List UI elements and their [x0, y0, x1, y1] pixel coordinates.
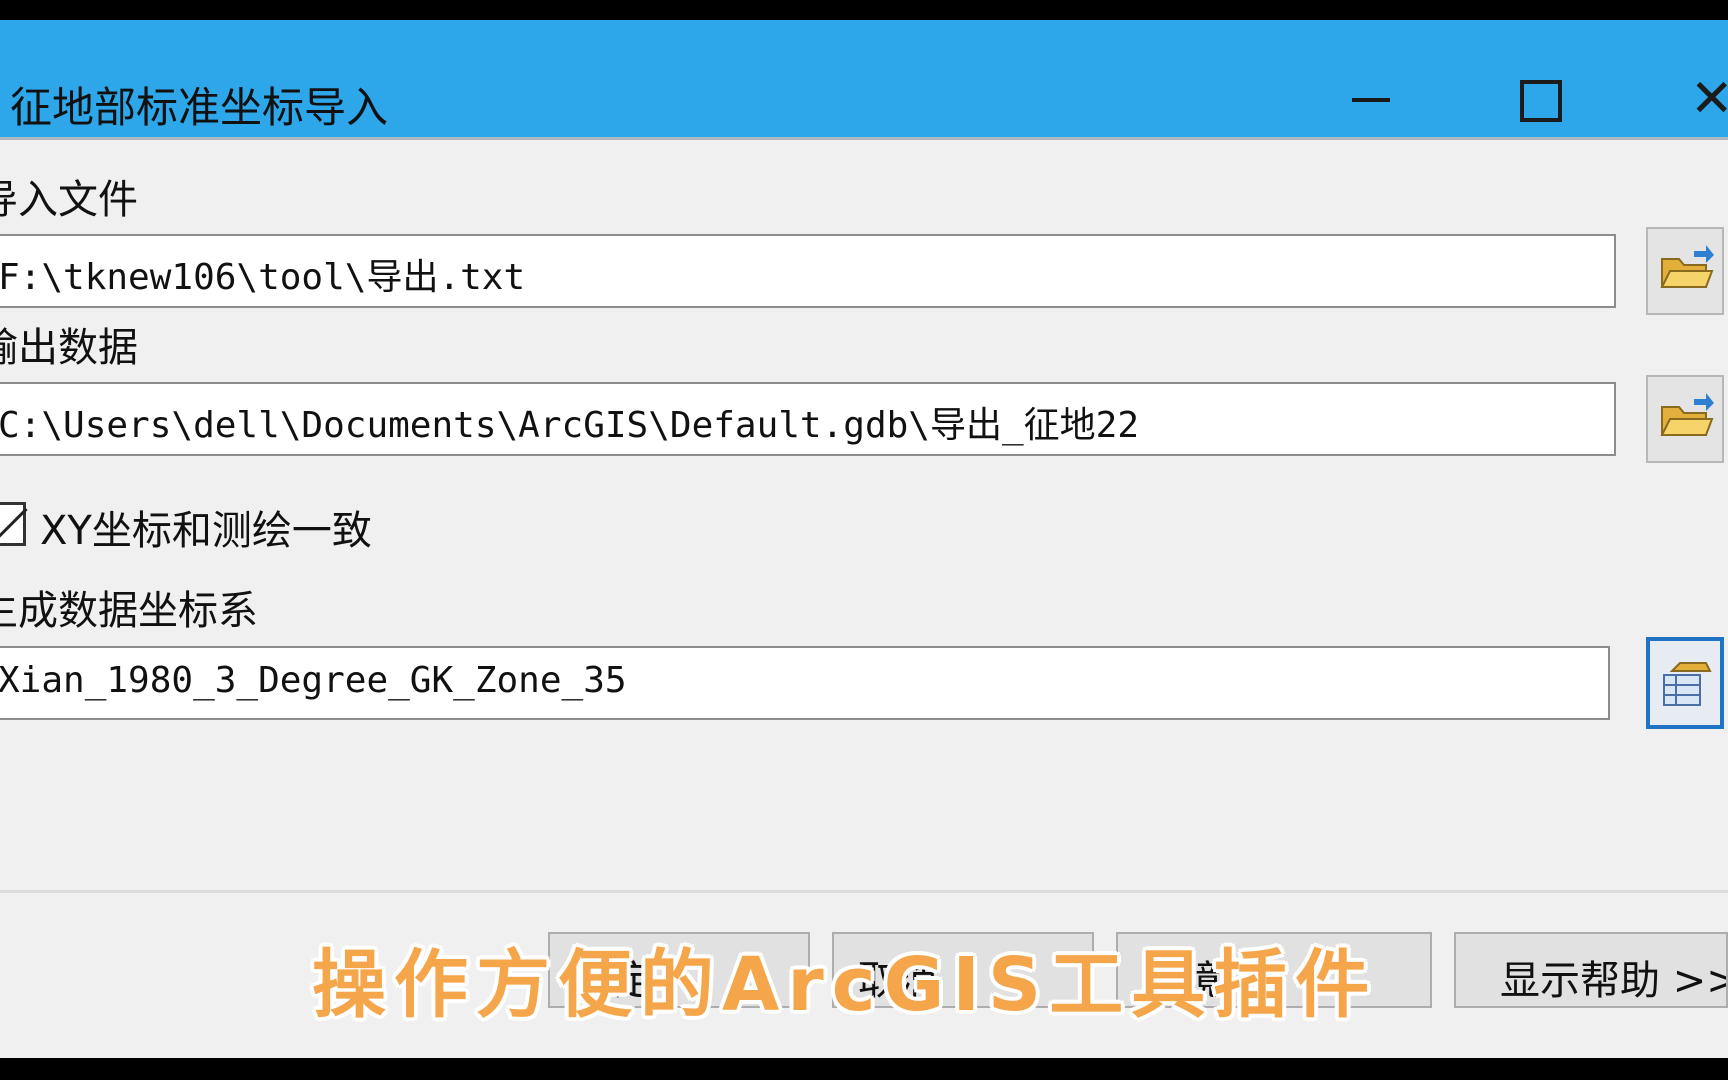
coord-system-value: Xian_1980_3_Degree_GK_Zone_35 — [0, 660, 627, 701]
xy-consistent-label: XY坐标和测绘一致 — [40, 508, 372, 554]
minimize-button[interactable] — [1342, 60, 1402, 140]
close-button[interactable]: ✕ — [1690, 60, 1728, 140]
xy-consistent-checkbox[interactable] — [0, 502, 26, 546]
video-caption-overlay: 操作方便的ArcGIS工具插件 — [312, 942, 1378, 1028]
output-data-label: 输出数据 — [0, 325, 138, 371]
import-file-browse-button[interactable] — [1646, 227, 1724, 315]
show-help-button[interactable]: 显示帮助 >> — [1454, 932, 1728, 1008]
window-title: 征地部标准坐标导入 — [10, 83, 389, 132]
output-data-value: C:\Users\dell\Documents\ArcGIS\Default.g… — [0, 405, 1139, 446]
coord-system-label: 生成数据坐标系 — [0, 588, 258, 634]
output-data-browse-button[interactable] — [1646, 375, 1724, 463]
maximize-button[interactable] — [1510, 60, 1570, 140]
coord-system-button[interactable] — [1646, 637, 1724, 729]
show-help-button-label: 显示帮助 >> — [1500, 958, 1728, 1004]
import-file-label: 导入文件 — [0, 177, 138, 223]
import-file-value: F:\tknew106\tool\导出.txt — [0, 257, 526, 298]
coord-system-input[interactable]: Xian_1980_3_Degree_GK_Zone_35 — [0, 646, 1610, 720]
folder-open-icon — [1660, 245, 1714, 288]
import-file-input[interactable]: F:\tknew106\tool\导出.txt — [0, 234, 1616, 308]
footer-separator — [0, 890, 1728, 893]
title-bar: 征地部标准坐标导入 ✕ — [0, 20, 1728, 138]
top-letterbox — [0, 0, 1728, 20]
folder-open-icon — [1660, 393, 1714, 436]
dialog-body: 导入文件 F:\tknew106\tool\导出.txt 输出数据 C:\Use… — [0, 140, 1728, 1058]
coordinate-system-icon — [1663, 662, 1712, 706]
bottom-letterbox — [0, 1058, 1728, 1080]
output-data-input[interactable]: C:\Users\dell\Documents\ArcGIS\Default.g… — [0, 382, 1616, 456]
